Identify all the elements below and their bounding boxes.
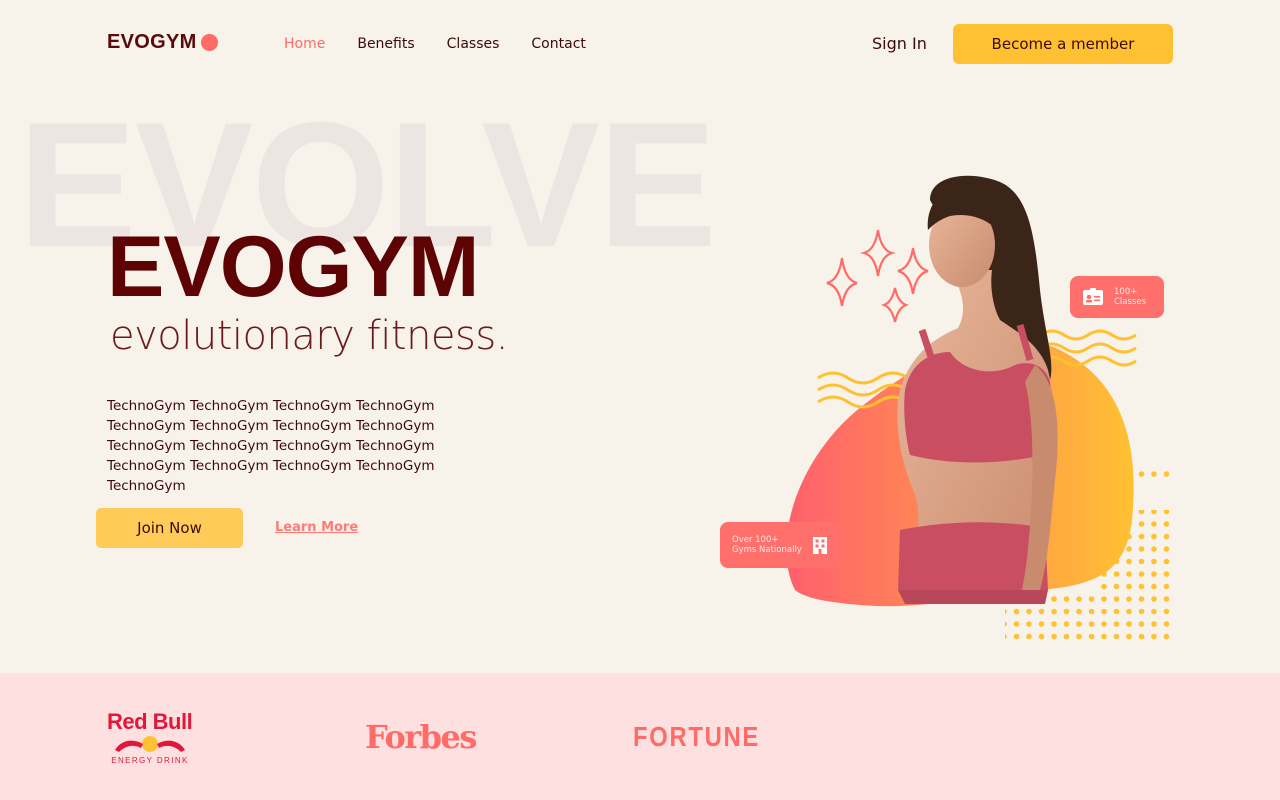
redbull-logo: Red Bull ENERGY DRINK (107, 711, 203, 769)
nav-links: Home Benefits Classes Contact (284, 36, 586, 52)
nav-link-contact[interactable]: Contact (531, 36, 585, 52)
fortune-logo: FORTUNE (633, 721, 760, 752)
hero-illustration (786, 175, 1175, 640)
brand-logo[interactable]: EVOGYM (107, 31, 218, 54)
sign-in-link[interactable]: Sign In (872, 34, 927, 53)
become-member-button[interactable]: Become a member (953, 24, 1173, 64)
hero-title: EVOGYM (107, 219, 480, 315)
redbull-tagline: ENERGY DRINK (111, 756, 189, 765)
id-card-icon (1082, 288, 1104, 306)
hero-subtitle: evolutionary fitness. (110, 313, 508, 359)
join-now-button[interactable]: Join Now (96, 508, 243, 548)
forbes-logo: Forbes (365, 718, 477, 756)
gyms-badge-line2: Gyms Nationally (732, 545, 802, 555)
navbar: EVOGYM Home Benefits Classes Contact Sig… (0, 0, 1280, 88)
gyms-badge-text: Over 100+ Gyms Nationally (732, 535, 802, 555)
gyms-badge-line1: Over 100+ (732, 535, 779, 545)
redbull-logo-name: Red Bull (107, 709, 193, 734)
classes-badge-line1: 100+ (1114, 287, 1138, 297)
classes-badge: 100+ Classes (1070, 276, 1164, 318)
classes-badge-text: 100+ Classes (1114, 287, 1146, 307)
learn-more-link[interactable]: Learn More (275, 520, 358, 535)
sparkle-icons (826, 229, 929, 323)
building-icon (812, 536, 828, 554)
gyms-badge: Over 100+ Gyms Nationally (720, 522, 842, 568)
logo-dot-icon (200, 34, 218, 51)
nav-link-classes[interactable]: Classes (447, 36, 500, 52)
brand-name: EVOGYM (107, 31, 197, 53)
redbull-bulls-icon (115, 736, 185, 752)
sponsors-band: Red Bull ENERGY DRINK Forbes FORTUNE (0, 673, 1280, 800)
hero-graphic: 100+ Classes Over 100+ Gyms Nationally (700, 120, 1200, 650)
model-figure (897, 175, 1058, 604)
classes-badge-line2: Classes (1114, 297, 1147, 307)
nav-link-home[interactable]: Home (284, 36, 325, 52)
hero-description: TechnoGym TechnoGym TechnoGym TechnoGym … (107, 398, 435, 494)
nav-link-benefits[interactable]: Benefits (357, 36, 414, 52)
